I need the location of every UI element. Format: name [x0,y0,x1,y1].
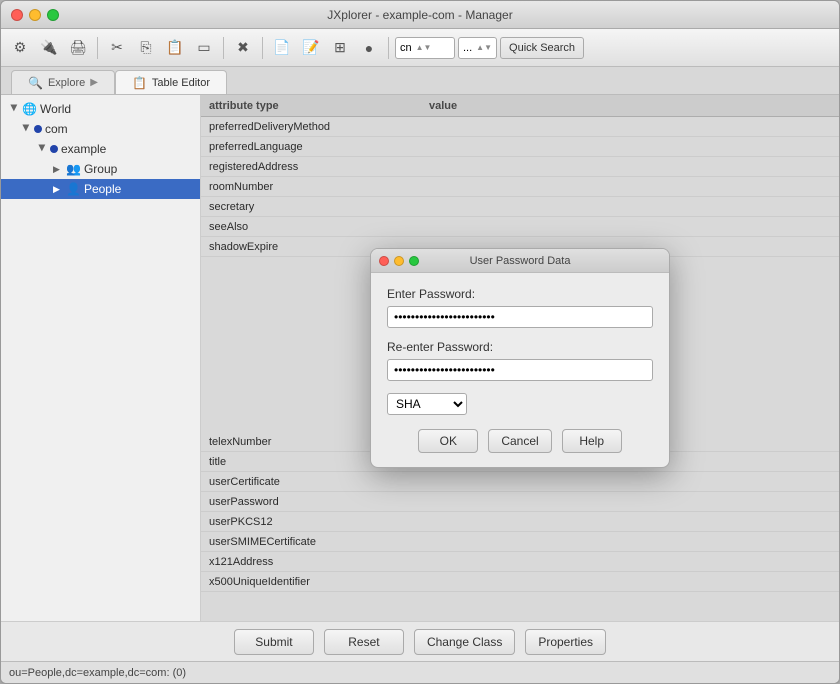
algorithm-row: SHA MD5 SSHA SMD5 crypt [387,393,653,415]
reset-button[interactable]: Reset [324,629,404,655]
explore-tab[interactable]: 🔍 Explore ▶ [11,70,115,94]
user-password-modal: User Password Data Enter Password: Re-en… [370,248,670,468]
help-button[interactable]: Help [562,429,622,453]
reenter-password-input[interactable] [387,359,653,381]
print-icon[interactable]: 🖨 [65,35,91,61]
connect-icon[interactable]: 🔌 [36,35,62,61]
main-window: JXplorer - example-com - Manager ⚙ 🔌 🖨 ✂… [0,0,840,684]
attribute-combo[interactable]: cn ▲▼ [395,37,455,59]
submit-button[interactable]: Submit [234,629,314,655]
new-doc-icon[interactable]: 📄 [269,35,295,61]
modal-buttons: OK Cancel Help [387,429,653,453]
ok-button[interactable]: OK [418,429,478,453]
algorithm-select[interactable]: SHA MD5 SSHA SMD5 crypt [387,393,467,415]
tree-item-com[interactable]: ▶ com [1,119,200,139]
dots-value: ... [463,42,472,54]
modal-overlay: User Password Data Enter Password: Re-en… [201,95,839,621]
tree-item-people[interactable]: ▶ 👤 People [1,179,200,199]
explore-tab-arrow: ▶ [90,77,98,88]
explore-tab-label: Explore [48,77,85,89]
edit-icon[interactable]: 📝 [298,35,324,61]
modal-traffic-lights [379,256,419,266]
modal-title: User Password Data [470,255,571,267]
world-label: World [40,102,71,116]
separator-2 [223,37,224,59]
toolbar: ⚙ 🔌 🖨 ✂ ⎘ 📋 ▭ ✖ 📄 📝 ⊞ ● cn ▲▼ ... ▲▼ Qui… [1,29,839,67]
enter-password-label: Enter Password: [387,287,653,301]
dots-combo[interactable]: ... ▲▼ [458,37,497,59]
copy-icon[interactable]: ⎘ [133,35,159,61]
main-content: ▶ 🌐 World ▶ com ▶ example ▶ 👥 Group ▶ [1,95,839,621]
window-title: JXplorer - example-com - Manager [327,8,512,22]
circle-icon[interactable]: ● [356,35,382,61]
modal-minimize-button[interactable] [394,256,404,266]
table-editor-tab-icon: 📋 [132,76,147,90]
modal-title-bar: User Password Data [371,249,669,273]
delete-icon[interactable]: ✖ [230,35,256,61]
dots-arrow-icon: ▲▼ [476,43,492,52]
sidebar: ▶ 🌐 World ▶ com ▶ example ▶ 👥 Group ▶ [1,95,201,621]
bottom-bar: Submit Reset Change Class Properties [1,621,839,661]
com-label: com [45,122,68,136]
title-bar: JXplorer - example-com - Manager [1,1,839,29]
group-label: Group [84,162,117,176]
separator-3 [262,37,263,59]
tree-item-world[interactable]: ▶ 🌐 World [1,99,200,119]
separator-4 [388,37,389,59]
people-label: People [84,182,121,196]
world-arrow-icon: ▶ [9,104,20,114]
combo-value: cn [400,42,412,54]
group-arrow-icon: ▶ [53,164,63,175]
cut-icon[interactable]: ✂ [104,35,130,61]
tree-item-group[interactable]: ▶ 👥 Group [1,159,200,179]
maximize-button[interactable] [47,9,59,21]
quick-search-button[interactable]: Quick Search [500,37,584,59]
change-class-button[interactable]: Change Class [414,629,515,655]
grid-icon[interactable]: ⊞ [327,35,353,61]
world-icon: 🌐 [22,102,37,116]
cancel-button[interactable]: Cancel [488,429,551,453]
properties-button[interactable]: Properties [525,629,606,655]
modal-body: Enter Password: Re-enter Password: SHA M… [371,273,669,467]
people-arrow-icon: ▶ [53,184,63,195]
separator-1 [97,37,98,59]
explore-tab-icon: 🔍 [28,76,43,90]
close-button[interactable] [11,9,23,21]
traffic-lights [11,9,59,21]
paste-icon[interactable]: 📋 [162,35,188,61]
modal-close-button[interactable] [379,256,389,266]
com-dot-icon [34,125,42,133]
example-arrow-icon: ▶ [37,144,48,154]
new-icon[interactable]: ▭ [191,35,217,61]
tab-bar: 🔍 Explore ▶ 📋 Table Editor [1,67,839,95]
combo-arrow-icon: ▲▼ [416,43,432,52]
tree-item-example[interactable]: ▶ example [1,139,200,159]
example-dot-icon [50,145,58,153]
table-editor-tab[interactable]: 📋 Table Editor [115,70,227,94]
modal-maximize-button[interactable] [409,256,419,266]
example-label: example [61,142,106,156]
table-area: attribute type value preferredDeliveryMe… [201,95,839,621]
com-arrow-icon: ▶ [21,124,32,134]
reenter-password-label: Re-enter Password: [387,340,653,354]
enter-password-input[interactable] [387,306,653,328]
settings-icon[interactable]: ⚙ [7,35,33,61]
status-bar: ou=People,dc=example,dc=com: (0) [1,661,839,683]
group-icon: 👥 [66,162,81,176]
people-icon: 👤 [66,182,81,196]
status-text: ou=People,dc=example,dc=com: (0) [9,667,186,679]
minimize-button[interactable] [29,9,41,21]
table-editor-tab-label: Table Editor [152,77,210,89]
